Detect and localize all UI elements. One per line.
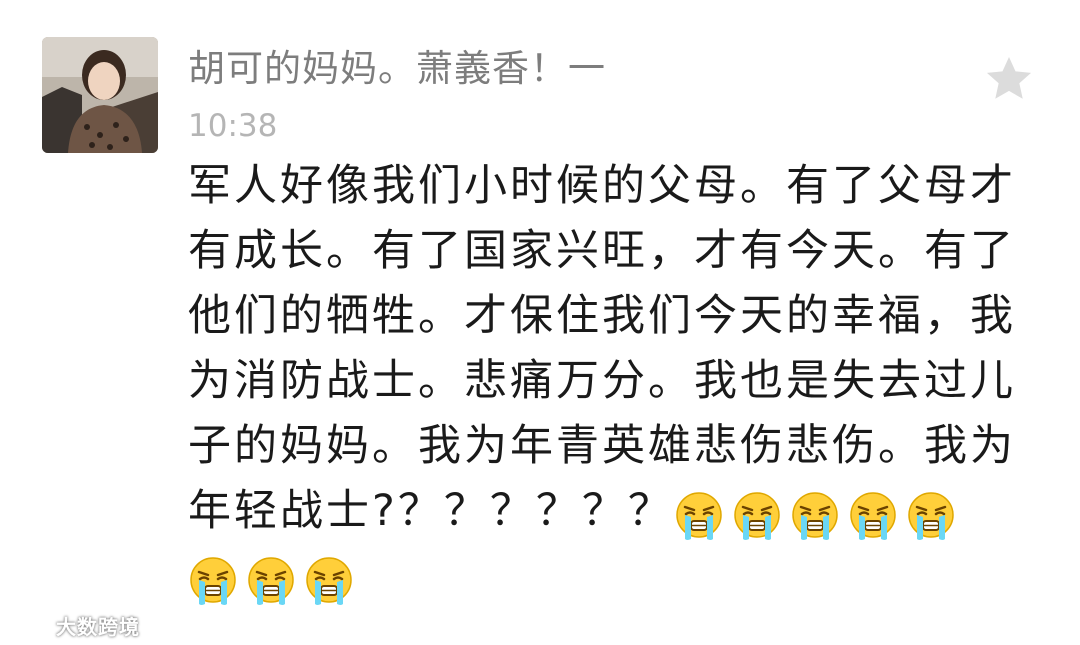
emoji-row bbox=[188, 546, 362, 611]
comment-author[interactable]: 胡可的妈妈。萧義香！一 bbox=[188, 44, 606, 94]
comment-content: 军人好像我们小时候的父母。有了父母才 有成长。有了国家兴旺，才有今天。有了 他们… bbox=[188, 154, 1038, 609]
avatar-photo bbox=[42, 37, 158, 153]
comment-line-text: 年轻战士?？？？？？？ bbox=[188, 486, 674, 536]
watermark-logo-icon bbox=[10, 616, 51, 633]
comment-line: 有成长。有了国家兴旺，才有今天。有了 bbox=[188, 226, 1016, 276]
comment-card: 胡可的妈妈。萧義香！一 10:38 军人好像我们小时候的父母。有了父母才 有成长… bbox=[0, 0, 1080, 645]
crying-face-emoji bbox=[246, 555, 296, 607]
comment-line-with-emoji: 年轻战士?？？？？？？ bbox=[188, 479, 1038, 544]
avatar[interactable] bbox=[42, 37, 158, 153]
emoji-row bbox=[674, 481, 964, 546]
crying-face-emoji bbox=[674, 490, 724, 542]
comment-line: 子的妈妈。我为年青英雄悲伤悲伤。我为 bbox=[188, 421, 1016, 471]
star-icon[interactable] bbox=[982, 52, 1036, 106]
comment-line: 他们的牺牲。才保住我们今天的幸福，我 bbox=[188, 291, 1016, 341]
crying-face-emoji bbox=[304, 555, 354, 607]
comment-timestamp: 10:38 bbox=[188, 108, 278, 144]
comment-line: 军人好像我们小时候的父母。有了父母才 bbox=[188, 161, 1016, 211]
watermark-text: 大数跨境 bbox=[56, 614, 140, 639]
crying-face-emoji bbox=[188, 555, 238, 607]
crying-face-emoji bbox=[906, 490, 956, 542]
crying-face-emoji bbox=[848, 490, 898, 542]
crying-face-emoji bbox=[790, 490, 840, 542]
comment-line-emoji-only bbox=[188, 544, 1038, 609]
crying-face-emoji bbox=[732, 490, 782, 542]
watermark: 大数跨境 bbox=[8, 610, 140, 640]
comment-line: 为消防战士。悲痛万分。我也是失去过儿 bbox=[188, 356, 1016, 406]
